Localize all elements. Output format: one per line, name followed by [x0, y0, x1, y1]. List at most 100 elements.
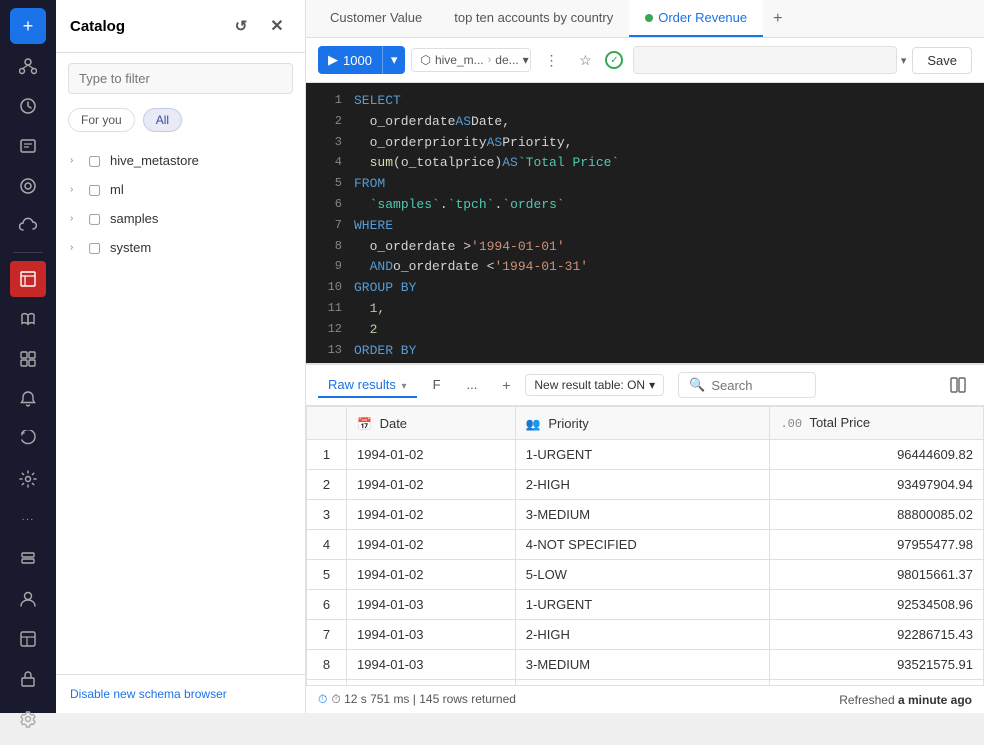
tree-item-hive-metastore[interactable]: › ▢ hive_metastore [56, 146, 305, 175]
col-header-total-price[interactable]: .00 Total Price [770, 407, 984, 440]
chevron-right-icon: › [70, 213, 82, 224]
sidebar-header: Catalog ↺ ✕ [56, 0, 305, 53]
code-line-2: 2 o_orderdate AS Date, [306, 112, 984, 133]
table-icon: ▢ [88, 181, 104, 198]
layout-toggle-icon[interactable] [944, 371, 972, 399]
row-num: 3 [307, 500, 347, 530]
code-editor[interactable]: 1SELECT 2 o_orderdate AS Date, 3 o_order… [306, 83, 984, 363]
tree-item-label: samples [110, 211, 158, 226]
schema-path-dropdown[interactable]: ⬡ hive_m... › de... ▾ [411, 48, 531, 72]
new-result-toggle[interactable]: New result table: ON ▾ [525, 374, 664, 396]
run-icon: ▶ [328, 52, 338, 68]
code-line-8: 8 o_orderdate > '1994-01-01' [306, 237, 984, 258]
refresh-time: a minute ago [898, 693, 972, 707]
bell-icon[interactable] [10, 381, 46, 417]
add-result-tab-icon[interactable]: + [493, 372, 519, 398]
tree-item-system[interactable]: › ▢ system [56, 233, 305, 262]
results-tab-f[interactable]: F [423, 373, 451, 398]
save-button[interactable]: Save [912, 47, 972, 74]
cell-priority: 3-MEDIUM [515, 500, 770, 530]
table-row: 1 1994-01-02 1-URGENT 96444609.82 [307, 440, 984, 470]
run-dropdown-button[interactable]: ▾ [382, 46, 406, 74]
user-icon[interactable] [10, 581, 46, 617]
run-button[interactable]: ▶ 1000 ▾ [318, 46, 405, 74]
add-icon[interactable]: + [10, 8, 46, 44]
cell-priority: 4-NOT SPECIFIED [515, 530, 770, 560]
gear2-icon[interactable] [10, 701, 46, 737]
cell-priority: 2-HIGH [515, 620, 770, 650]
plugin-icon[interactable] [10, 661, 46, 697]
run-count: 1000 [343, 53, 372, 68]
code-line-10: 10GROUP BY [306, 278, 984, 299]
insights-icon[interactable] [10, 168, 46, 204]
table-row: 4 1994-01-02 4-NOT SPECIFIED 97955477.98 [307, 530, 984, 560]
tabs-bar: Customer Value top ten accounts by count… [306, 0, 984, 38]
status-chevron-icon[interactable]: ▾ [901, 54, 907, 67]
cell-date: 1994-01-03 [347, 650, 516, 680]
query-status-icon [605, 51, 623, 69]
timing-text: ⏱ 12 s 751 ms | 145 rows returned [331, 692, 516, 707]
row-num: 7 [307, 620, 347, 650]
row-num: 6 [307, 590, 347, 620]
main-content: Customer Value top ten accounts by count… [306, 0, 984, 713]
tab-customer-value[interactable]: Customer Value [314, 0, 438, 37]
number-col-icon: .00 [780, 417, 802, 431]
history-icon[interactable] [10, 88, 46, 124]
star-icon[interactable]: ☆ [571, 46, 599, 74]
add-tab-button[interactable]: + [763, 2, 792, 36]
tab-order-revenue[interactable]: Order Revenue [629, 0, 763, 37]
chevron-down-icon: ▾ [402, 381, 407, 392]
chevron-right-icon: › [70, 155, 82, 166]
cell-priority: 1-URGENT [515, 440, 770, 470]
code-line-1: 1SELECT [306, 91, 984, 112]
schema-path1: hive_m... [435, 53, 484, 67]
cloud-icon[interactable] [10, 208, 46, 244]
table-icon: ▢ [88, 152, 104, 169]
refresh-catalog-icon[interactable]: ↺ [227, 12, 255, 40]
results-tab-more[interactable]: ... [457, 373, 488, 398]
row-num: 5 [307, 560, 347, 590]
results-tab-raw[interactable]: Raw results ▾ [318, 373, 417, 398]
table-icon: ▢ [88, 239, 104, 256]
editor-active-icon[interactable] [10, 261, 46, 297]
code-line-3: 3 o_orderpriority AS Priority, [306, 133, 984, 154]
clock-icon: ⏱ [318, 692, 327, 707]
results-search-box[interactable]: 🔍 [678, 372, 816, 398]
priority-col-icon: 👥 [526, 417, 541, 431]
tree-item-samples[interactable]: › ▢ samples [56, 204, 305, 233]
col-header-rownum [307, 407, 347, 440]
cell-date: 1994-01-02 [347, 470, 516, 500]
run-button-main[interactable]: ▶ 1000 [318, 46, 382, 74]
grid-dashboard-icon[interactable] [10, 341, 46, 377]
code-line-4: 4 sum(o_totalprice) AS `Total Price` [306, 153, 984, 174]
tab-status-dot [645, 14, 653, 22]
tree-item-label: ml [110, 182, 124, 197]
row-num: 4 [307, 530, 347, 560]
dots-more-icon[interactable]: ··· [10, 501, 46, 537]
diagram-icon[interactable] [10, 48, 46, 84]
results-section: Raw results ▾ F ... + New result table: … [306, 363, 984, 713]
tab-top-ten[interactable]: top ten accounts by country [438, 0, 629, 37]
col-header-date[interactable]: 📅 Date [347, 407, 516, 440]
table2-icon[interactable] [10, 621, 46, 657]
col-header-priority[interactable]: 👥 Priority [515, 407, 770, 440]
cell-total: 88800085.02 [770, 500, 984, 530]
layers-icon[interactable] [10, 541, 46, 577]
sidebar-search-input[interactable] [68, 63, 293, 94]
cell-priority: 3-MEDIUM [515, 650, 770, 680]
table-icon: ▢ [88, 210, 104, 227]
tree-item-ml[interactable]: › ▢ ml [56, 175, 305, 204]
more-options-icon[interactable]: ⋮ [537, 46, 565, 74]
cell-date: 1994-01-02 [347, 500, 516, 530]
sidebar-footer-link[interactable]: Disable new schema browser [56, 674, 305, 713]
open-book-icon[interactable] [10, 301, 46, 337]
cell-date: 1994-01-02 [347, 560, 516, 590]
recycle-icon[interactable] [10, 421, 46, 457]
close-sidebar-icon[interactable]: ✕ [263, 12, 291, 40]
query-list-icon[interactable] [10, 128, 46, 164]
results-search-input[interactable] [711, 378, 805, 393]
filter-tab-for-you[interactable]: For you [68, 108, 135, 132]
filter-tab-all[interactable]: All [143, 108, 182, 132]
new-result-label: New result table: ON [534, 378, 645, 392]
settings-icon[interactable] [10, 461, 46, 497]
